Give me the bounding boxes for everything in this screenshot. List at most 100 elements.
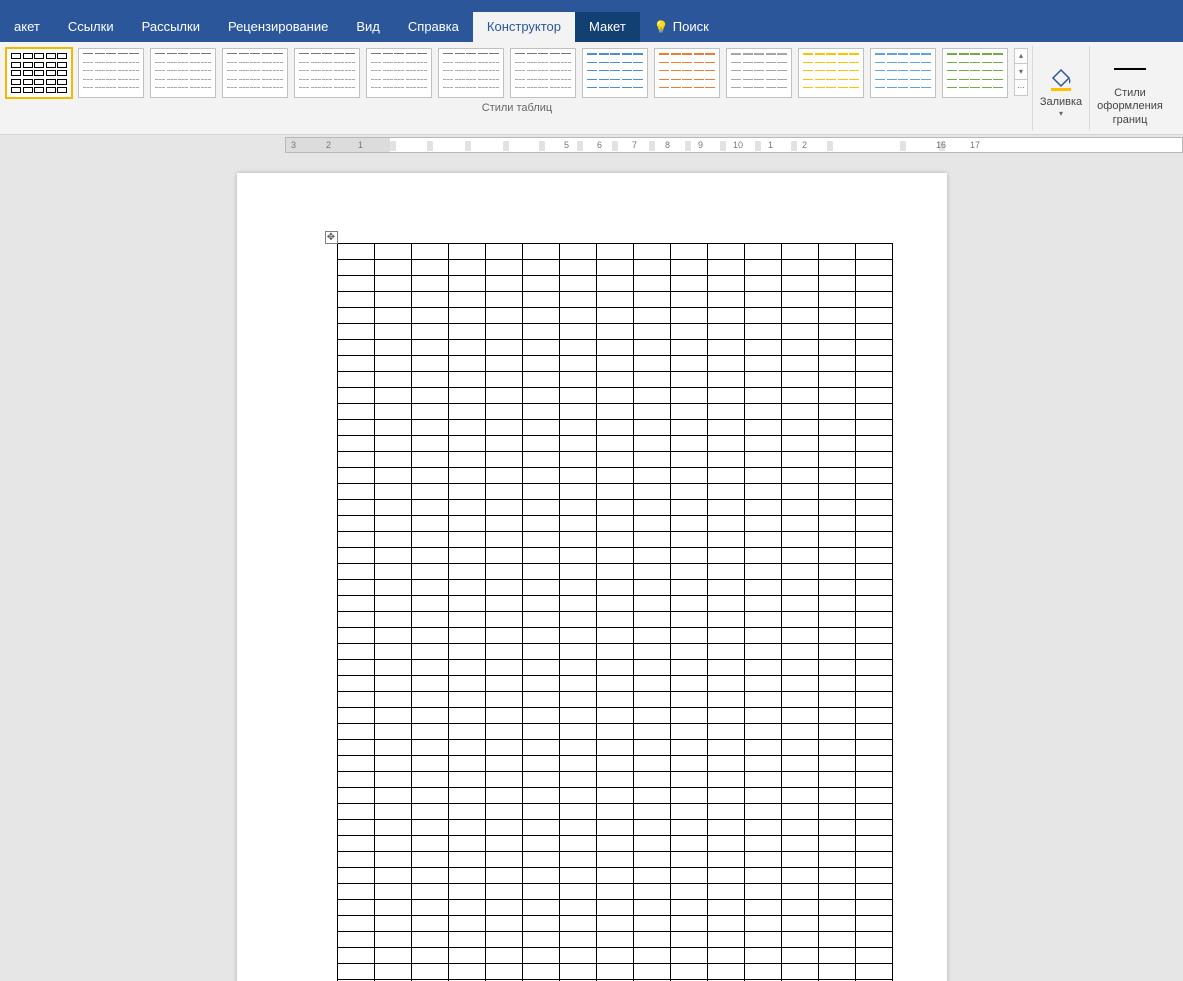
table-cell[interactable]: [670, 612, 707, 628]
table-cell[interactable]: [818, 388, 855, 404]
table-row[interactable]: [337, 468, 892, 484]
table-cell[interactable]: [781, 820, 818, 836]
table-cell[interactable]: [707, 580, 744, 596]
table-row[interactable]: [337, 484, 892, 500]
table-cell[interactable]: [596, 884, 633, 900]
table-cell[interactable]: [448, 484, 485, 500]
table-cell[interactable]: [596, 916, 633, 932]
table-cell[interactable]: [670, 724, 707, 740]
table-cell[interactable]: [633, 484, 670, 500]
table-cell[interactable]: [744, 516, 781, 532]
table-cell[interactable]: [818, 548, 855, 564]
table-cell[interactable]: [559, 244, 596, 260]
table-style-option[interactable]: [150, 48, 216, 98]
table-cell[interactable]: [337, 884, 374, 900]
table-cell[interactable]: [707, 292, 744, 308]
table-style-option[interactable]: [870, 48, 936, 98]
table-cell[interactable]: [485, 276, 522, 292]
table-cell[interactable]: [633, 708, 670, 724]
table-cell[interactable]: [781, 692, 818, 708]
table-cell[interactable]: [707, 420, 744, 436]
table-row[interactable]: [337, 532, 892, 548]
table-cell[interactable]: [670, 868, 707, 884]
table-cell[interactable]: [522, 580, 559, 596]
table-cell[interactable]: [633, 340, 670, 356]
table-cell[interactable]: [411, 916, 448, 932]
table-cell[interactable]: [337, 484, 374, 500]
table-cell[interactable]: [485, 564, 522, 580]
table-cell[interactable]: [818, 852, 855, 868]
table-cell[interactable]: [522, 372, 559, 388]
table-cell[interactable]: [670, 884, 707, 900]
table-cell[interactable]: [633, 916, 670, 932]
table-cell[interactable]: [818, 900, 855, 916]
table-cell[interactable]: [374, 372, 411, 388]
table-cell[interactable]: [781, 564, 818, 580]
table-cell[interactable]: [411, 900, 448, 916]
table-cell[interactable]: [707, 804, 744, 820]
table-cell[interactable]: [744, 548, 781, 564]
table-cell[interactable]: [374, 388, 411, 404]
table-cell[interactable]: [707, 308, 744, 324]
table-cell[interactable]: [781, 340, 818, 356]
table-cell[interactable]: [448, 932, 485, 948]
table-row[interactable]: [337, 772, 892, 788]
table-cell[interactable]: [596, 308, 633, 324]
table-cell[interactable]: [781, 628, 818, 644]
table-cell[interactable]: [559, 612, 596, 628]
table-row[interactable]: [337, 708, 892, 724]
table-cell[interactable]: [448, 868, 485, 884]
table-cell[interactable]: [633, 532, 670, 548]
table-cell[interactable]: [855, 596, 892, 612]
table-cell[interactable]: [670, 948, 707, 964]
ruler-column-marker[interactable]: [685, 141, 691, 151]
table-cell[interactable]: [411, 740, 448, 756]
table-cell[interactable]: [855, 276, 892, 292]
table-cell[interactable]: [374, 308, 411, 324]
table-cell[interactable]: [337, 820, 374, 836]
table-cell[interactable]: [374, 916, 411, 932]
table-cell[interactable]: [707, 884, 744, 900]
table-cell[interactable]: [633, 244, 670, 260]
table-cell[interactable]: [485, 260, 522, 276]
table-cell[interactable]: [707, 404, 744, 420]
table-cell[interactable]: [337, 708, 374, 724]
table-cell[interactable]: [411, 612, 448, 628]
search-tab[interactable]: 💡Поиск: [640, 12, 723, 42]
document-table[interactable]: [337, 243, 893, 981]
table-cell[interactable]: [559, 580, 596, 596]
table-cell[interactable]: [670, 372, 707, 388]
table-cell[interactable]: [707, 740, 744, 756]
table-cell[interactable]: [559, 724, 596, 740]
table-cell[interactable]: [485, 516, 522, 532]
table-cell[interactable]: [744, 724, 781, 740]
tab-mailings[interactable]: Рассылки: [128, 12, 214, 42]
table-cell[interactable]: [633, 596, 670, 612]
table-cell[interactable]: [781, 276, 818, 292]
table-cell[interactable]: [559, 692, 596, 708]
table-cell[interactable]: [374, 724, 411, 740]
table-cell[interactable]: [337, 468, 374, 484]
table-cell[interactable]: [411, 244, 448, 260]
table-cell[interactable]: [744, 260, 781, 276]
table-cell[interactable]: [633, 884, 670, 900]
table-cell[interactable]: [596, 788, 633, 804]
table-cell[interactable]: [596, 932, 633, 948]
table-cell[interactable]: [522, 644, 559, 660]
table-cell[interactable]: [818, 596, 855, 612]
table-style-option[interactable]: [654, 48, 720, 98]
table-cell[interactable]: [522, 676, 559, 692]
table-cell[interactable]: [781, 580, 818, 596]
table-cell[interactable]: [411, 820, 448, 836]
table-cell[interactable]: [670, 740, 707, 756]
table-cell[interactable]: [596, 676, 633, 692]
table-cell[interactable]: [744, 884, 781, 900]
table-cell[interactable]: [781, 836, 818, 852]
table-cell[interactable]: [522, 772, 559, 788]
table-cell[interactable]: [485, 388, 522, 404]
table-cell[interactable]: [781, 676, 818, 692]
table-cell[interactable]: [337, 852, 374, 868]
table-cell[interactable]: [559, 532, 596, 548]
table-cell[interactable]: [855, 308, 892, 324]
table-cell[interactable]: [855, 708, 892, 724]
